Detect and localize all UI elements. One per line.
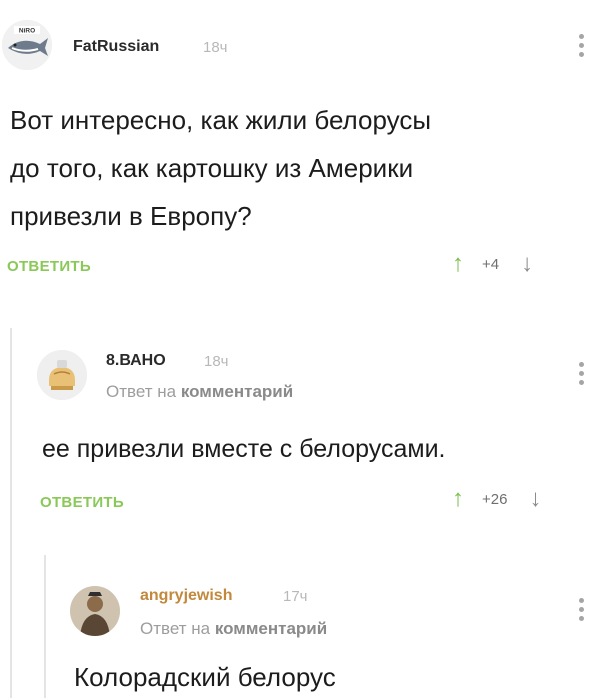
reply-to-link[interactable]: комментарий — [215, 619, 327, 638]
avatar[interactable]: NiRO — [2, 20, 52, 70]
reply-button[interactable]: ОТВЕТИТЬ — [7, 258, 91, 275]
reply-to-link[interactable]: комментарий — [181, 382, 293, 401]
timestamp: 17ч — [283, 588, 308, 605]
comment-text-line: ее привезли вместе с белорусами. — [42, 435, 446, 463]
vote-controls: ↑ +26 ↓ — [452, 487, 541, 511]
reply-to-prefix: Ответ на — [106, 382, 177, 401]
more-vertical-icon[interactable] — [579, 34, 585, 57]
shark-avatar-icon: NiRO — [2, 20, 52, 70]
comment-text: Вот интересно, как жили белорусы до того… — [10, 96, 431, 240]
arrow-up-icon[interactable]: ↑ — [452, 487, 464, 511]
comment-text-line: Колорадский белорус — [74, 662, 336, 692]
comment-2: 8.ВАНО 18ч Ответ на комментарий ее приве… — [0, 330, 616, 540]
username[interactable]: FatRussian — [73, 38, 159, 56]
username[interactable]: angryjewish — [140, 587, 232, 605]
more-vertical-icon[interactable] — [579, 362, 585, 385]
arrow-down-icon[interactable]: ↓ — [529, 487, 541, 511]
timestamp: 18ч — [204, 353, 229, 370]
arrow-up-icon[interactable]: ↑ — [452, 252, 464, 276]
timestamp: 18ч — [203, 39, 228, 56]
rating: +26 — [482, 490, 508, 508]
comment-text-line: до того, как картошку из Америки — [10, 153, 414, 183]
person-avatar-icon — [70, 586, 120, 636]
avatar[interactable] — [37, 350, 87, 400]
comment-text: Колорадский белорус — [74, 660, 336, 694]
comment-text-line: Вот интересно, как жили белорусы — [10, 105, 432, 135]
reply-to: Ответ на комментарий — [140, 619, 327, 639]
username[interactable]: 8.ВАНО — [106, 352, 166, 370]
comment-3: angryjewish 17ч Ответ на комментарий Кол… — [0, 560, 616, 698]
comment-text-line: привезли в Европу? — [10, 201, 252, 231]
reply-to-prefix: Ответ на — [140, 619, 211, 638]
avatar[interactable] — [70, 586, 120, 636]
bread-avatar-icon — [37, 350, 87, 400]
vote-controls: ↑ +4 ↓ — [452, 252, 533, 276]
comment-text: ее привезли вместе с белорусами. — [42, 432, 445, 466]
reply-button[interactable]: ОТВЕТИТЬ — [40, 494, 124, 511]
more-vertical-icon[interactable] — [579, 598, 585, 621]
reply-to: Ответ на комментарий — [106, 382, 293, 402]
rating: +4 — [482, 255, 500, 273]
comment-1: NiRO FatRussian 18ч Вот интересно, как ж… — [0, 0, 616, 300]
avatar-badge: NiRO — [19, 28, 35, 35]
arrow-down-icon[interactable]: ↓ — [521, 252, 533, 276]
